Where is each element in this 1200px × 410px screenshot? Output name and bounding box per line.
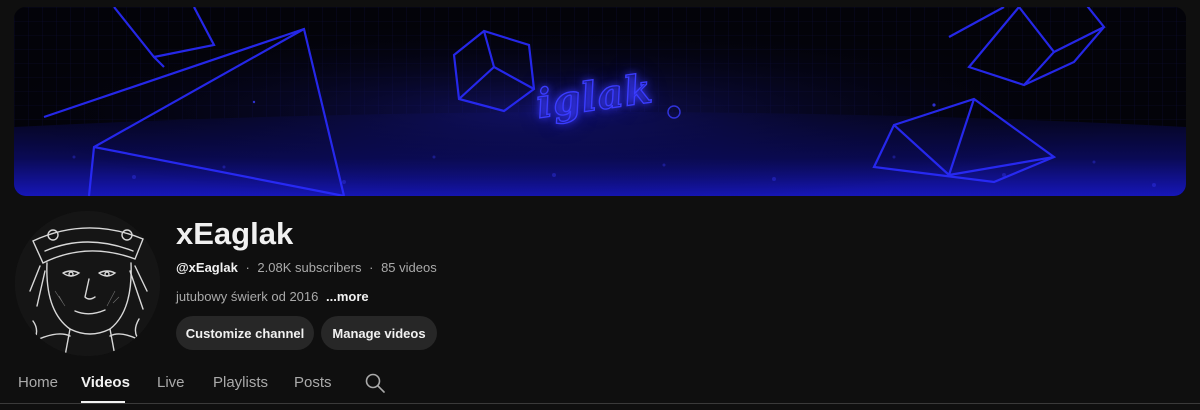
meta-separator: · — [245, 260, 250, 275]
tab-home[interactable]: Home — [18, 374, 58, 392]
tabs-divider — [0, 403, 1200, 404]
channel-page: iglak xEaglak @xEaglak · 2.08K subscribe… — [0, 0, 1200, 410]
customize-channel-button[interactable]: Customize channel — [176, 316, 314, 350]
channel-avatar[interactable] — [15, 211, 160, 356]
channel-handle: @xEaglak — [176, 260, 238, 275]
description-text: jutubowy świerk od 2016 — [176, 289, 319, 304]
avatar-drawing — [15, 211, 160, 356]
channel-description[interactable]: jutubowy świerk od 2016 ...more — [176, 288, 369, 306]
channel-tabs: Home Videos Live Playlists Posts — [0, 368, 1200, 404]
subscriber-count: 2.08K subscribers — [257, 260, 362, 275]
tab-posts[interactable]: Posts — [294, 374, 332, 392]
tab-playlists[interactable]: Playlists — [213, 374, 268, 392]
channel-meta: @xEaglak · 2.08K subscribers · 85 videos — [176, 259, 437, 277]
tab-videos[interactable]: Videos — [81, 374, 130, 392]
channel-banner: iglak — [14, 7, 1186, 196]
meta-separator: · — [369, 260, 374, 275]
search-icon[interactable] — [364, 372, 386, 394]
video-count: 85 videos — [381, 260, 437, 275]
tab-live[interactable]: Live — [157, 374, 185, 392]
channel-name: xEaglak — [176, 216, 294, 251]
manage-videos-button[interactable]: Manage videos — [321, 316, 437, 350]
more-link[interactable]: ...more — [326, 289, 369, 304]
